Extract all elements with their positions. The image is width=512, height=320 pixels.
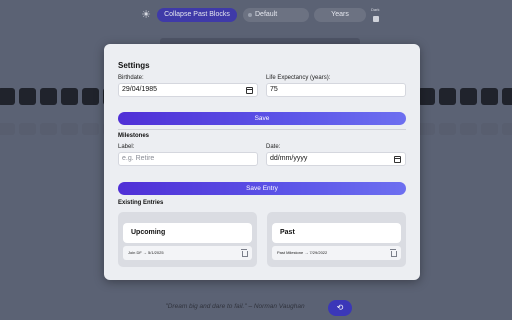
existing-entries-title: Existing Entries bbox=[118, 200, 164, 206]
milestones-title: Milestones bbox=[118, 133, 150, 139]
entry-text: Join DF → 5/1/2025 bbox=[128, 250, 164, 255]
milestone-label-placeholder: e.g. Retire bbox=[122, 155, 155, 162]
units-select[interactable]: Years bbox=[314, 8, 366, 22]
past-title: Past bbox=[272, 223, 401, 243]
theme-select-value: Default bbox=[255, 11, 278, 18]
calendar-icon[interactable] bbox=[394, 156, 401, 163]
birthdate-label: Birthdate: bbox=[118, 75, 144, 81]
milestone-date-label: Date: bbox=[266, 144, 281, 150]
milestone-label-label: Label: bbox=[118, 144, 135, 150]
trash-icon[interactable] bbox=[241, 249, 248, 257]
theme-select[interactable]: Default bbox=[243, 8, 309, 22]
birthdate-value: 29/04/1985 bbox=[122, 86, 158, 93]
quote-text: "Dream big and dare to fail." – Norman V… bbox=[165, 303, 305, 310]
entry-text: Past Milestone → 7/29/2022 bbox=[277, 250, 328, 255]
existing-entries: Upcoming Join DF → 5/1/2025 Past Past Mi… bbox=[118, 212, 406, 268]
dark-mode-checkbox[interactable] bbox=[373, 16, 379, 22]
milestone-date-placeholder: dd/mm/yyyy bbox=[270, 155, 308, 162]
life-expectancy-value: 75 bbox=[270, 86, 278, 93]
refresh-quote-button[interactable]: ⟲ bbox=[328, 300, 352, 316]
sun-icon[interactable]: ☀ bbox=[140, 9, 152, 21]
top-toolbar: ☀ Collapse Past Blocks Default Years Dar… bbox=[0, 7, 512, 25]
calendar-icon[interactable] bbox=[246, 87, 253, 94]
save-button[interactable]: Save bbox=[118, 112, 406, 125]
upcoming-column: Upcoming Join DF → 5/1/2025 bbox=[118, 212, 257, 267]
upcoming-title: Upcoming bbox=[123, 223, 252, 243]
save-entry-button[interactable]: Save Entry bbox=[118, 182, 406, 195]
past-column: Past Past Milestone → 7/29/2022 bbox=[267, 212, 406, 267]
trash-icon[interactable] bbox=[390, 249, 397, 257]
collapse-past-blocks-button[interactable]: Collapse Past Blocks bbox=[157, 8, 237, 22]
list-item: Past Milestone → 7/29/2022 bbox=[272, 246, 401, 260]
milestone-date-input[interactable]: dd/mm/yyyy bbox=[266, 152, 406, 166]
dark-mode-toggle[interactable]: Dark bbox=[371, 7, 385, 25]
birthdate-input[interactable]: 29/04/1985 bbox=[118, 83, 258, 97]
list-item: Join DF → 5/1/2025 bbox=[123, 246, 252, 260]
settings-title: Settings bbox=[118, 61, 150, 70]
dark-mode-label: Dark bbox=[371, 7, 380, 12]
milestone-label-input[interactable]: e.g. Retire bbox=[118, 152, 258, 166]
refresh-icon: ⟲ bbox=[336, 303, 344, 312]
life-expectancy-label: Life Expectancy (years): bbox=[266, 75, 331, 81]
divider bbox=[118, 129, 406, 130]
life-expectancy-input[interactable]: 75 bbox=[266, 83, 406, 97]
theme-dot-icon bbox=[248, 13, 252, 17]
settings-modal: Settings Birthdate: 29/04/1985 Life Expe… bbox=[104, 44, 420, 280]
